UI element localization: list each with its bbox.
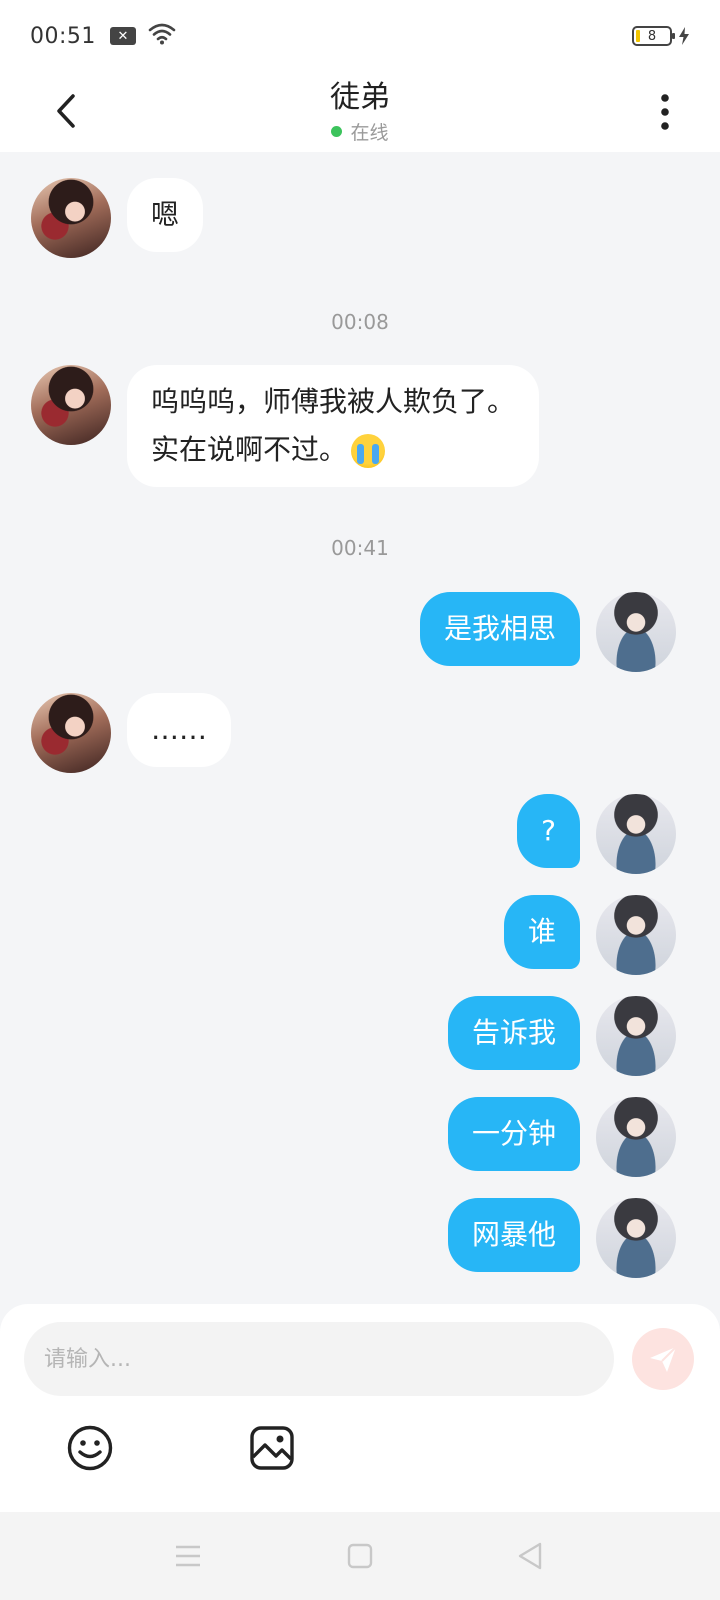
online-status-label: 在线 <box>350 121 389 144</box>
message-bubble-outgoing[interactable]: 谁 <box>503 895 580 969</box>
friend-avatar[interactable] <box>31 365 111 445</box>
online-dot-icon <box>331 125 343 137</box>
contact-name: 徒弟 <box>330 79 390 115</box>
self-avatar[interactable] <box>596 1198 676 1278</box>
message-line: 呜呜呜，师傅我被人欺负了。 <box>151 385 516 418</box>
image-button[interactable] <box>248 1424 296 1472</box>
message-timestamp: 00:08 <box>331 310 389 334</box>
battery-level: 8 <box>647 28 657 44</box>
self-avatar[interactable] <box>596 1097 676 1177</box>
self-avatar[interactable] <box>596 592 676 672</box>
notification-x-icon: ✕ <box>109 27 136 45</box>
message-timestamp: 00:41 <box>331 536 389 560</box>
send-plane-icon <box>650 1346 677 1372</box>
status-time: 00:51 <box>30 23 96 49</box>
more-options-button[interactable] <box>650 84 680 140</box>
message-bubble-outgoing[interactable]: 告诉我 <box>447 996 580 1070</box>
system-navigation-bar <box>0 1512 720 1600</box>
status-right: 8 <box>632 26 690 46</box>
nav-home-button[interactable] <box>342 1538 378 1574</box>
friend-avatar[interactable] <box>31 178 111 258</box>
chat-screen: 00:51 ✕ 8 徒弟 在线 嗯 00:08 呜呜呜，师傅我被人欺负了。 实在… <box>0 0 720 1600</box>
back-triangle-icon <box>518 1542 542 1570</box>
battery-fill <box>636 30 640 42</box>
nav-menu-button[interactable] <box>170 1538 206 1574</box>
message-bubble-outgoing[interactable]: 网暴他 <box>447 1198 580 1272</box>
home-square-icon <box>347 1543 373 1569</box>
send-button[interactable] <box>632 1328 694 1390</box>
message-bubble-outgoing[interactable]: ? <box>517 794 580 868</box>
message-line-with-emoji: 实在说啊不过。 <box>151 426 515 474</box>
charging-icon <box>679 27 689 45</box>
input-panel <box>0 1304 720 1512</box>
emoji-button[interactable] <box>66 1424 114 1472</box>
loudly-crying-face-emoji-icon <box>351 434 386 468</box>
online-status: 在线 <box>330 118 390 145</box>
message-bubble-incoming[interactable]: …… <box>127 693 231 767</box>
more-vertical-icon <box>661 94 669 130</box>
self-avatar[interactable] <box>596 895 676 975</box>
smiley-face-icon <box>67 1425 113 1471</box>
message-bubble-outgoing[interactable]: 一分钟 <box>447 1097 580 1171</box>
friend-avatar[interactable] <box>31 693 111 773</box>
wifi-icon <box>148 23 176 49</box>
back-button[interactable] <box>48 86 84 136</box>
self-avatar[interactable] <box>596 996 676 1076</box>
message-line: 实在说啊不过。 <box>151 433 348 466</box>
status-bar: 00:51 ✕ 8 <box>0 0 720 72</box>
image-gallery-icon <box>250 1426 294 1470</box>
message-input[interactable] <box>24 1322 614 1396</box>
chevron-left-icon <box>57 94 75 128</box>
message-bubble-outgoing[interactable]: 是我相思 <box>419 592 580 666</box>
header-center: 徒弟 在线 <box>330 80 390 145</box>
nav-back-button[interactable] <box>512 1538 548 1574</box>
menu-lines-icon <box>176 1545 200 1567</box>
battery-icon: 8 <box>632 26 675 46</box>
self-avatar[interactable] <box>596 794 676 874</box>
message-list[interactable]: 嗯 00:08 呜呜呜，师傅我被人欺负了。 实在说啊不过。 00:41 是我相思… <box>0 152 720 1304</box>
chat-header: 徒弟 在线 <box>0 72 720 152</box>
message-bubble-incoming[interactable]: 嗯 <box>127 178 204 252</box>
message-bubble-incoming[interactable]: 呜呜呜，师傅我被人欺负了。 实在说啊不过。 <box>127 365 540 487</box>
